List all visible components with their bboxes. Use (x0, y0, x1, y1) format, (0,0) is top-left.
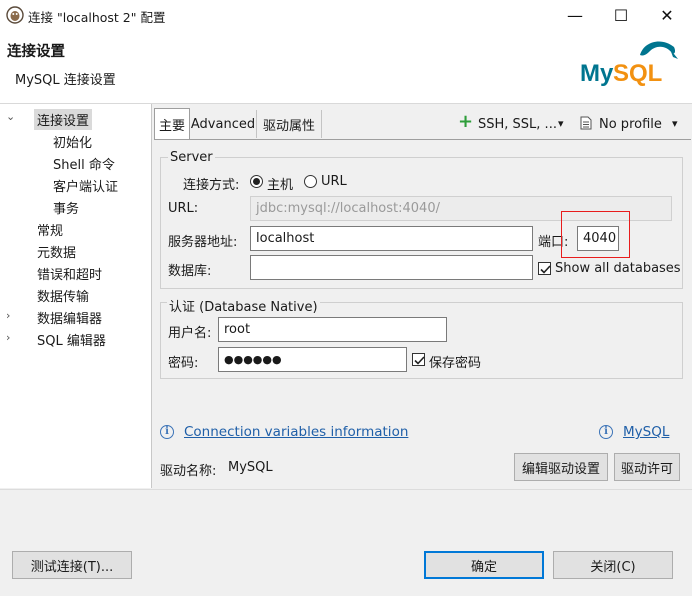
save-password-label[interactable]: 保存密码 (429, 352, 481, 371)
radio-host[interactable] (250, 175, 263, 188)
password-input[interactable]: ●●●●●● (218, 347, 407, 372)
info-icon: i (160, 425, 174, 439)
save-password-checkbox[interactable] (412, 353, 425, 366)
tree-item-data-transfer[interactable]: 数据传输 (37, 286, 89, 305)
svg-text:My: My (580, 60, 614, 87)
connection-variables-link[interactable]: Connection variables information (184, 424, 408, 440)
auth-group-label: 认证 (Database Native) (167, 296, 320, 315)
driver-license-button[interactable]: 驱动许可 (614, 453, 680, 481)
tree-item-sql-editor[interactable]: SQL 编辑器 (37, 330, 106, 349)
maximize-button[interactable]: ☐ (598, 0, 644, 30)
tree-item-transactions[interactable]: 事务 (53, 198, 79, 217)
dbeaver-app-icon (6, 6, 24, 24)
show-all-databases-checkbox[interactable] (538, 262, 551, 275)
tree-item-init[interactable]: 初始化 (53, 132, 92, 151)
header-subtitle: MySQL 连接设置 (15, 73, 116, 88)
driver-name-label: 驱动名称: (160, 464, 217, 479)
ok-button[interactable]: 确定 (424, 551, 544, 579)
tab-advanced[interactable]: Advanced (190, 108, 256, 140)
minimize-icon: — (567, 5, 583, 25)
show-all-databases-label[interactable]: Show all databases (555, 261, 681, 276)
database-input[interactable] (250, 255, 533, 280)
close-window-button[interactable]: ✕ (644, 0, 690, 30)
checkmark-icon (414, 356, 425, 365)
host-label: 服务器地址: (168, 235, 238, 250)
header-title: 连接设置 (7, 44, 65, 60)
svg-text:SQL: SQL (613, 60, 662, 87)
url-label: URL: (168, 201, 199, 216)
radio-host-label[interactable]: 主机 (267, 174, 293, 193)
mysql-logo: My SQL (578, 33, 682, 91)
tree-item-metadata[interactable]: 元数据 (37, 242, 76, 261)
ssh-dropdown-icon[interactable]: ▾ (558, 117, 564, 130)
collapse-icon[interactable]: ⌄ (6, 110, 15, 123)
username-input[interactable]: root (218, 317, 447, 342)
radio-url[interactable] (304, 175, 317, 188)
tree-item-shell-commands[interactable]: Shell 命令 (53, 154, 115, 173)
tree-item-client-auth[interactable]: 客户端认证 (53, 176, 118, 195)
add-icon[interactable]: + (458, 113, 473, 131)
test-connection-button[interactable]: 测试连接(T)... (12, 551, 132, 579)
maximize-icon: ☐ (613, 5, 629, 25)
window-title: 连接 "localhost 2" 配置 (28, 10, 166, 25)
close-icon: ✕ (660, 5, 674, 25)
expand-icon[interactable]: › (6, 309, 10, 322)
dialog-footer (0, 489, 692, 596)
ssh-ssl-button[interactable]: SSH, SSL, ... (478, 117, 557, 132)
driver-name-value: MySQL (228, 460, 273, 475)
tree-item-connection-settings[interactable]: 连接设置 (34, 109, 93, 130)
tab-main[interactable]: 主要 (154, 108, 190, 140)
expand-icon[interactable]: › (6, 331, 10, 344)
connect-method-label: 连接方式: (183, 178, 240, 193)
host-input[interactable]: localhost (250, 226, 533, 251)
document-icon (580, 116, 592, 130)
info-icon: i (599, 425, 613, 439)
profile-dropdown-icon[interactable]: ▾ (672, 117, 678, 130)
tab-driver-properties[interactable]: 驱动属性 (257, 108, 321, 140)
tree-item-general[interactable]: 常规 (37, 220, 63, 239)
minimize-button[interactable]: — (552, 0, 598, 30)
database-label: 数据库: (168, 264, 212, 279)
tree-item-errors-timeouts[interactable]: 错误和超时 (37, 264, 102, 283)
port-highlight-box (561, 211, 630, 258)
password-label: 密码: (168, 356, 199, 371)
tree-item-data-editor[interactable]: 数据编辑器 (37, 308, 102, 327)
radio-url-label[interactable]: URL (321, 174, 347, 189)
username-label: 用户名: (168, 326, 212, 341)
close-button[interactable]: 关闭(C) (553, 551, 673, 579)
checkmark-icon (540, 265, 551, 274)
mysql-link[interactable]: MySQL (623, 424, 669, 440)
profile-selector[interactable]: No profile (599, 117, 662, 132)
tab-divider (321, 110, 322, 138)
edit-driver-settings-button[interactable]: 编辑驱动设置 (514, 453, 608, 481)
server-group-label: Server (168, 150, 215, 165)
